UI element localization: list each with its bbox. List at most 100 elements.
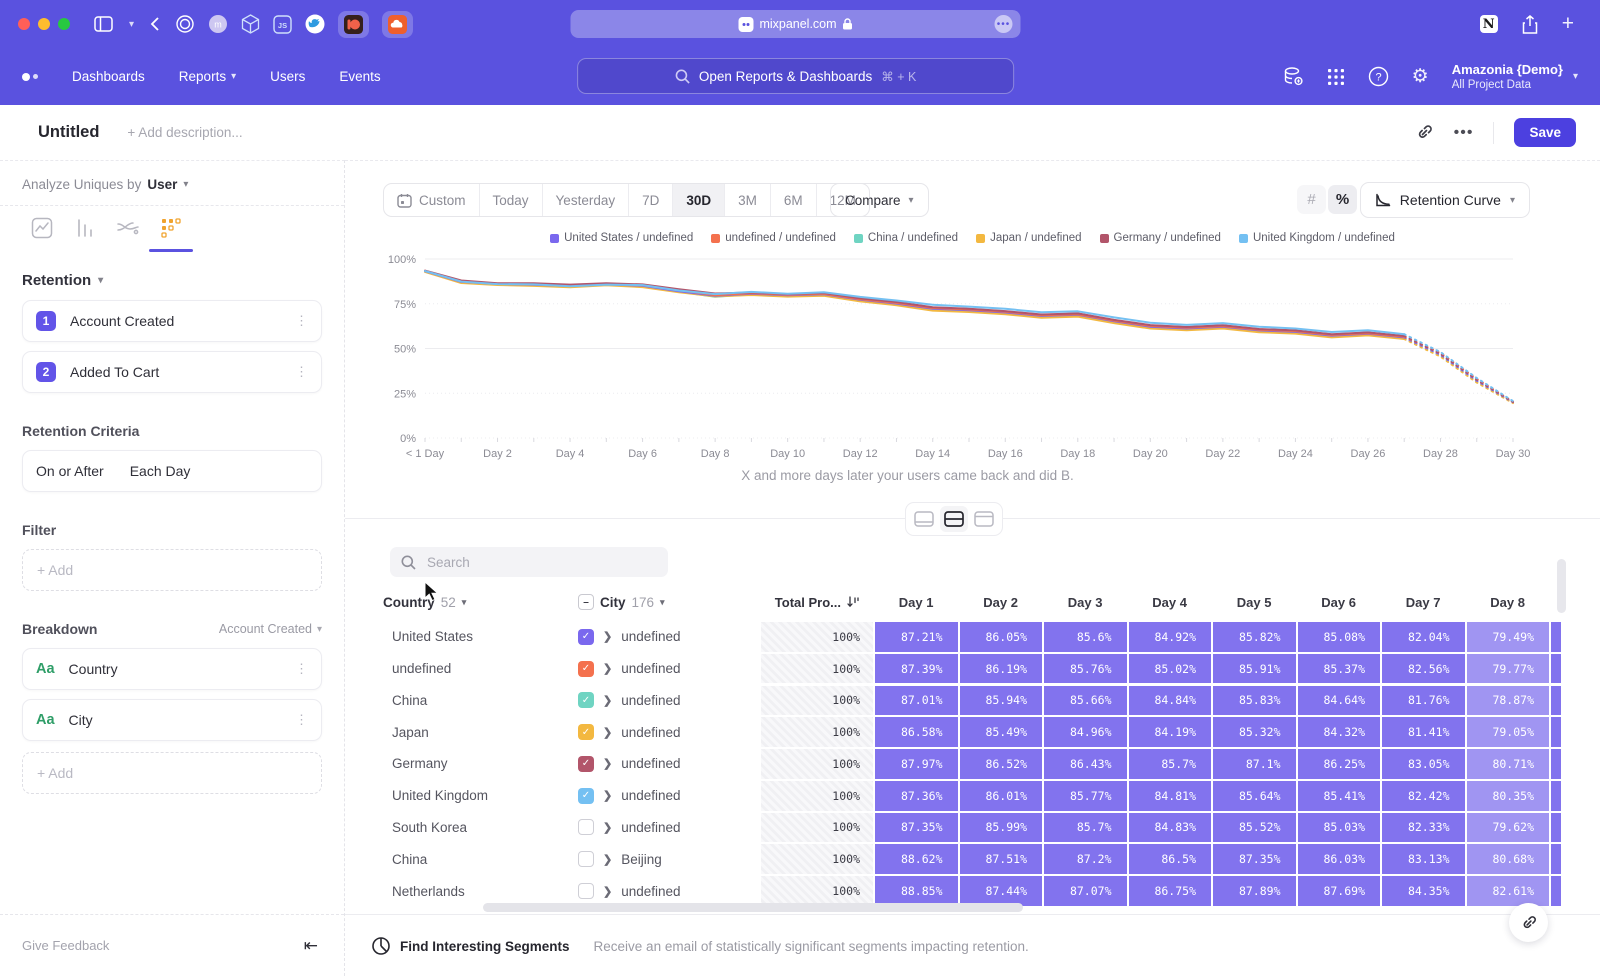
expand-chevron-icon[interactable]: ❯	[603, 694, 612, 707]
kebab-menu-icon[interactable]: ⋮	[295, 313, 308, 329]
help-icon[interactable]: ?	[1368, 66, 1389, 87]
criteria-on-or-after[interactable]: On or After	[36, 463, 104, 479]
add-breakdown-button[interactable]: + Add	[22, 752, 322, 794]
row-checkbox[interactable]: ✓	[578, 788, 594, 804]
column-header-day[interactable]: Day 6	[1296, 595, 1381, 610]
target-tab-icon[interactable]	[175, 14, 195, 34]
chevron-down-icon[interactable]: ▾	[129, 19, 134, 30]
nav-users[interactable]: Users	[270, 69, 305, 84]
give-feedback-link[interactable]: Give Feedback	[22, 938, 109, 953]
column-header-country[interactable]: Country52▾	[383, 595, 578, 610]
horizontal-scrollbar[interactable]	[483, 903, 1023, 912]
save-button[interactable]: Save	[1514, 118, 1576, 147]
data-management-icon[interactable]	[1283, 66, 1304, 87]
expand-chevron-icon[interactable]: ❯	[603, 789, 612, 802]
vertical-scrollbar[interactable]	[1557, 559, 1566, 613]
add-description[interactable]: + Add description...	[127, 125, 242, 140]
tab-insights[interactable]	[30, 216, 54, 240]
column-header-day[interactable]: Day 2	[958, 595, 1043, 610]
share-link-floating-button[interactable]	[1509, 903, 1548, 942]
project-switcher[interactable]: Amazonia {Demo} All Project Data ▾	[1452, 62, 1578, 90]
mixpanel-logo[interactable]	[22, 73, 38, 81]
nav-reports[interactable]: Reports▾	[179, 69, 236, 84]
url-options-icon[interactable]: •••	[995, 15, 1013, 33]
more-options-button[interactable]: •••	[1454, 124, 1474, 142]
column-header-day[interactable]: Day 4	[1127, 595, 1212, 610]
apps-grid-icon[interactable]	[1327, 68, 1345, 86]
back-icon[interactable]	[150, 17, 159, 31]
criteria-each-day[interactable]: Each Day	[130, 463, 191, 479]
row-checkbox[interactable]: ✓	[578, 629, 594, 645]
criteria-card[interactable]: On or After Each Day	[22, 450, 322, 492]
sidebar-toggle-icon[interactable]	[94, 16, 113, 32]
range-7d[interactable]: 7D	[628, 184, 672, 216]
cube-tab-icon[interactable]	[241, 14, 260, 34]
layout-chart-only[interactable]	[910, 506, 938, 532]
expand-chevron-icon[interactable]: ❯	[603, 885, 612, 898]
add-filter-button[interactable]: + Add	[22, 549, 322, 591]
js-tab-icon[interactable]: JS	[273, 15, 292, 34]
column-header-day[interactable]: Day 8	[1465, 595, 1550, 610]
legend-item[interactable]: United Kingdom / undefined	[1239, 232, 1395, 244]
analyze-value[interactable]: User	[147, 177, 177, 192]
active-tab-cloud[interactable]	[382, 11, 413, 38]
breakdown-scope-dropdown[interactable]: Account Created ▾	[219, 622, 322, 636]
table-search-input[interactable]	[425, 554, 645, 571]
expand-chevron-icon[interactable]: ❯	[603, 726, 612, 739]
select-all-checkbox[interactable]: –	[578, 594, 594, 610]
tab-flows[interactable]	[116, 216, 140, 240]
row-checkbox[interactable]	[578, 883, 594, 899]
kebab-menu-icon[interactable]: ⋮	[295, 364, 308, 380]
step-card-added-to-cart[interactable]: 2 Added To Cart ⋮	[22, 351, 322, 393]
step-card-account-created[interactable]: 1 Account Created ⋮	[22, 300, 322, 342]
collapse-sidebar-icon[interactable]: ⇤	[304, 936, 318, 956]
share-icon[interactable]	[1522, 15, 1538, 34]
report-title[interactable]: Untitled	[38, 123, 99, 142]
unit-percent-toggle[interactable]: %	[1328, 185, 1357, 214]
kebab-menu-icon[interactable]: ⋮	[295, 661, 308, 677]
copy-link-icon[interactable]	[1415, 123, 1434, 142]
chart-type-dropdown[interactable]: Retention Curve ▾	[1360, 182, 1530, 218]
bird-tab-icon[interactable]	[305, 14, 325, 34]
column-header-day[interactable]: Day 1	[873, 595, 958, 610]
layout-split[interactable]	[940, 506, 968, 532]
range-6m[interactable]: 6M	[770, 184, 816, 216]
range-3m[interactable]: 3M	[724, 184, 770, 216]
row-checkbox[interactable]	[578, 851, 594, 867]
column-header-city[interactable]: –City176▾	[578, 594, 738, 610]
zoom-window-button[interactable]	[58, 18, 70, 30]
expand-chevron-icon[interactable]: ❯	[603, 757, 612, 770]
compare-button[interactable]: Compare ▾	[830, 183, 929, 217]
range-30d[interactable]: 30D	[672, 184, 724, 216]
legend-item[interactable]: United States / undefined	[550, 232, 693, 244]
legend-item[interactable]: undefined / undefined	[711, 232, 836, 244]
expand-chevron-icon[interactable]: ❯	[603, 662, 612, 675]
legend-item[interactable]: Japan / undefined	[976, 232, 1081, 244]
column-header-day[interactable]: Day 3	[1042, 595, 1127, 610]
nav-events[interactable]: Events	[339, 69, 380, 84]
unit-absolute-toggle[interactable]: #	[1297, 185, 1326, 214]
row-checkbox[interactable]: ✓	[578, 692, 594, 708]
find-segments-title[interactable]: Find Interesting Segments	[400, 939, 570, 954]
layout-table-only[interactable]	[970, 506, 998, 532]
range-today[interactable]: Today	[479, 184, 542, 216]
active-tab-red[interactable]	[338, 11, 369, 38]
breakdown-card-city[interactable]: Aa City ⋮	[22, 699, 322, 741]
table-search[interactable]	[390, 547, 668, 577]
minimize-window-button[interactable]	[38, 18, 50, 30]
column-header-total[interactable]: Total Pro...	[738, 595, 873, 610]
nav-dashboards[interactable]: Dashboards	[72, 69, 145, 84]
row-checkbox[interactable]	[578, 819, 594, 835]
notion-extension-icon[interactable]: N	[1480, 15, 1498, 33]
expand-chevron-icon[interactable]: ❯	[603, 630, 612, 643]
sort-descending-icon[interactable]	[847, 596, 859, 608]
tab-retention[interactable]	[159, 216, 183, 240]
open-reports-search[interactable]: Open Reports & Dashboards ⌘ + K	[577, 58, 1014, 94]
avatar-tab-icon[interactable]: m	[208, 14, 228, 34]
new-tab-icon[interactable]: +	[1562, 12, 1574, 36]
expand-chevron-icon[interactable]: ❯	[603, 853, 612, 866]
expand-chevron-icon[interactable]: ❯	[603, 821, 612, 834]
range-yesterday[interactable]: Yesterday	[542, 184, 629, 216]
row-checkbox[interactable]: ✓	[578, 756, 594, 772]
close-window-button[interactable]	[18, 18, 30, 30]
